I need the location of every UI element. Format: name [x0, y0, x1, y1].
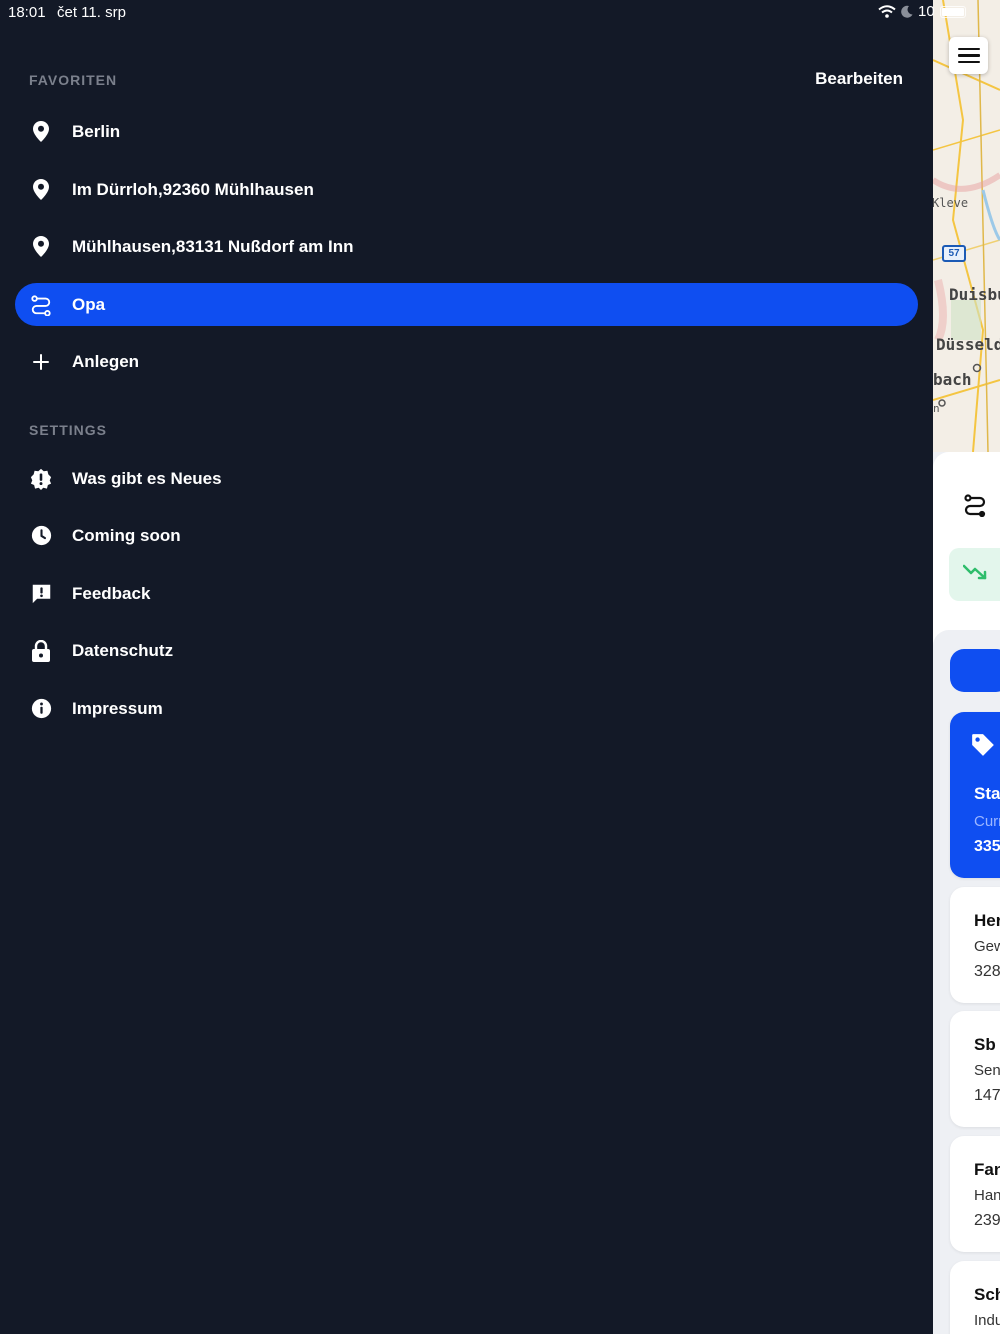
card-subtitle: Gew: [974, 938, 1000, 955]
favorite-item-opa[interactable]: Opa: [15, 283, 918, 326]
card-subtitle: Han: [974, 1187, 1000, 1204]
favorite-label: Im Dürrloh,92360 Mühlhausen: [72, 179, 314, 199]
settings-label: Datenschutz: [72, 640, 174, 660]
card-subtitle: Sen: [974, 1062, 1000, 1079]
settings-item-whats-new[interactable]: Was gibt es Neues: [15, 457, 918, 500]
plus-icon: [30, 351, 52, 373]
map-label: n: [933, 402, 940, 415]
card-price: 335: [974, 838, 1000, 855]
card-price: 239: [974, 1212, 1000, 1229]
settings-label: Impressum: [72, 698, 163, 718]
road-number-badge: 57: [942, 245, 966, 262]
card-title: Fan: [974, 1160, 1000, 1179]
status-date: čet 11. srp: [57, 4, 126, 21]
primary-action-button[interactable]: [950, 649, 1000, 692]
settings-item-feedback[interactable]: Feedback: [15, 572, 918, 615]
new-badge-icon: [30, 468, 52, 490]
battery-percentage: 10: [918, 3, 935, 20]
card-price: 328: [974, 963, 1000, 980]
favorites-header: FAVORITEN: [29, 72, 118, 88]
trend-down-indicator: [949, 548, 1000, 601]
card-subtitle: Curr: [974, 813, 1000, 830]
trend-down-icon: [963, 564, 987, 580]
settings-label: Feedback: [72, 583, 151, 603]
clock-icon: [30, 525, 52, 547]
tag-icon: [972, 734, 994, 756]
wifi-icon: [878, 5, 896, 18]
map-label: Düsseld: [936, 335, 1000, 354]
add-favorite-button[interactable]: Anlegen: [15, 340, 918, 383]
favorite-label: Mühlhausen,83131 Nußdorf am Inn: [72, 236, 354, 256]
menu-button[interactable]: [949, 37, 988, 74]
favorite-label: Berlin: [72, 121, 121, 141]
do-not-disturb-icon: [901, 5, 913, 18]
settings-label: Coming soon: [72, 525, 181, 545]
map-label: Kleve: [933, 196, 969, 210]
side-drawer: FAVORITEN Bearbeiten Berlin Im Dürrloh,9…: [0, 0, 933, 1334]
status-bar: 18:01 čet 11. srp 10: [0, 0, 1000, 26]
add-favorite-label: Anlegen: [72, 351, 140, 371]
feedback-icon: [30, 583, 52, 605]
location-pin-icon: [30, 236, 52, 258]
battery-icon: [939, 5, 966, 18]
card-title: Sch: [974, 1285, 1000, 1304]
info-icon: [30, 698, 52, 720]
status-time: 18:01: [8, 4, 46, 21]
card-title: Sb: [974, 1035, 996, 1054]
station-card[interactable]: Fan Han 239: [950, 1136, 1000, 1252]
hamburger-icon: [957, 47, 980, 51]
location-pin-icon: [30, 121, 52, 143]
settings-item-imprint[interactable]: Impressum: [15, 687, 918, 730]
edit-favorites-button[interactable]: Bearbeiten: [815, 69, 903, 89]
lock-icon: [30, 639, 52, 662]
favorite-label: Opa: [72, 294, 106, 314]
background-app: Kleve 57 Duisbu Düsseld bach n Sta Curr …: [933, 0, 1000, 1334]
map-view[interactable]: Kleve 57 Duisbu Düsseld bach n: [933, 0, 1000, 452]
route-icon: [963, 493, 987, 522]
favorite-item-im-duerrloh[interactable]: Im Dürrloh,92360 Mühlhausen: [15, 168, 918, 211]
settings-header: SETTINGS: [29, 422, 108, 438]
card-price: 147,: [974, 1087, 1000, 1104]
station-card[interactable]: Sb Sen 147,: [950, 1011, 1000, 1127]
settings-label: Was gibt es Neues: [72, 468, 222, 488]
map-label: bach: [933, 370, 972, 389]
station-card[interactable]: Sch Indu: [950, 1261, 1000, 1334]
favorite-item-berlin[interactable]: Berlin: [15, 110, 918, 153]
station-card[interactable]: Her Gew 328: [950, 887, 1000, 1003]
status-indicators: 10: [878, 3, 966, 20]
map-label: Duisbu: [949, 285, 1000, 304]
settings-item-coming-soon[interactable]: Coming soon: [15, 514, 918, 557]
favorite-item-muehlhausen[interactable]: Mühlhausen,83131 Nußdorf am Inn: [15, 225, 918, 268]
price-card[interactable]: Sta Curr 335: [950, 712, 1000, 878]
card-title: Sta: [974, 784, 1000, 803]
card-title: Her: [974, 911, 1000, 930]
card-subtitle: Indu: [974, 1312, 1000, 1329]
settings-item-privacy[interactable]: Datenschutz: [15, 629, 918, 672]
location-pin-icon: [30, 179, 52, 201]
route-icon: [30, 294, 52, 316]
